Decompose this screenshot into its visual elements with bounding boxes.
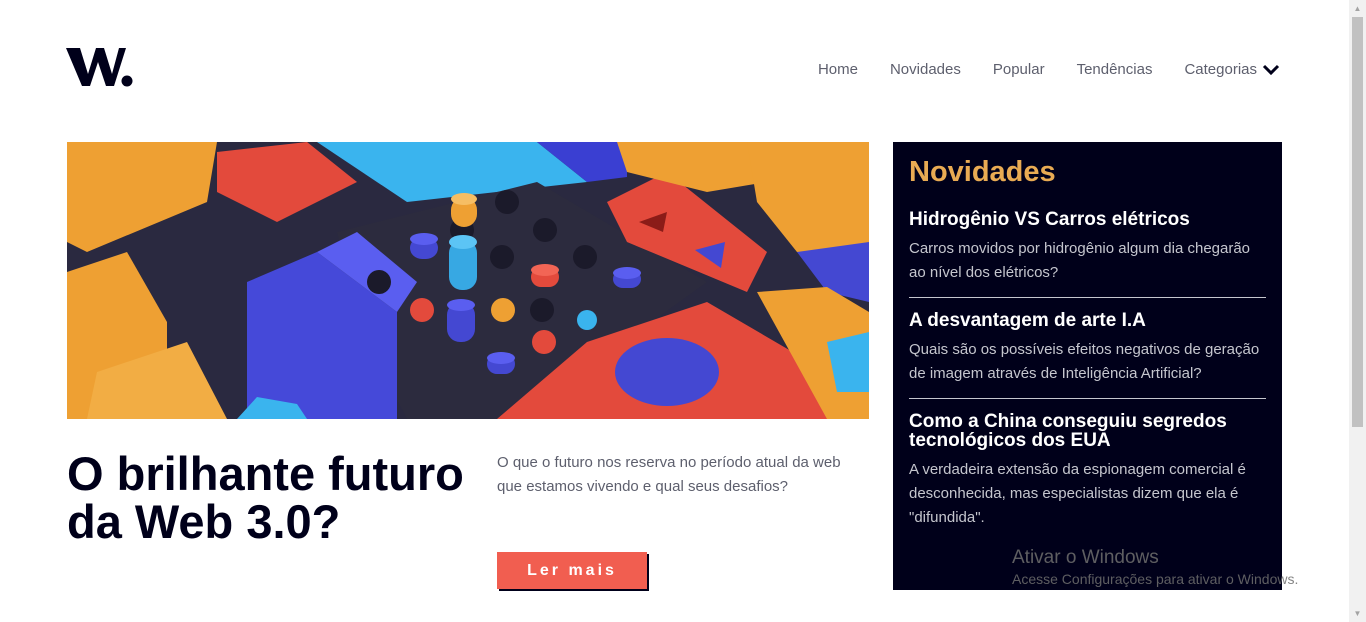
news-item-title[interactable]: Hidrogênio VS Carros elétricos — [909, 210, 1266, 229]
article-description: O que o futuro nos reserva no período at… — [497, 454, 841, 495]
read-more-button[interactable]: Ler mais — [497, 552, 647, 589]
news-item-text: Quais são os possíveis efeitos negativos… — [909, 341, 1260, 382]
nav-item-label: Categorias — [1184, 61, 1257, 78]
nav-item-label: Popular — [992, 61, 1045, 78]
site-logo[interactable] — [66, 44, 134, 90]
news-item: A desvantagem de arte I.A Quais são os p… — [909, 311, 1266, 399]
main-nav: Home Novidades Popular Tendências Catego… — [786, 61, 1280, 78]
nav-item-home[interactable]: Home — [818, 61, 858, 78]
news-item-title[interactable]: Como a China conseguiu segredos tecnológ… — [909, 412, 1266, 450]
scroll-thumb[interactable] — [1352, 17, 1363, 427]
news-item: Como a China conseguiu segredos tecnológ… — [909, 412, 1266, 542]
news-item-text: A verdadeira extensão da espionagem come… — [909, 461, 1246, 526]
nav-item-popular[interactable]: Popular — [993, 61, 1045, 78]
scroll-up-icon[interactable]: ▲ — [1349, 0, 1366, 17]
chevron-down-icon — [1262, 64, 1280, 75]
nav-item-label: Home — [817, 61, 858, 78]
nav-item-label: Novidades — [889, 61, 961, 78]
sidebar-title: Novidades — [909, 156, 1056, 188]
news-item-text: Carros movidos por hidrogênio algum dia … — [909, 240, 1251, 281]
news-item: Hidrogênio VS Carros elétricos Carros mo… — [909, 210, 1266, 298]
article-title: O brilhante futuro da Web 3.0? — [67, 447, 464, 548]
hero-image — [67, 142, 869, 419]
news-item-title[interactable]: A desvantagem de arte I.A — [909, 311, 1266, 330]
nav-item-novidades[interactable]: Novidades — [890, 61, 961, 78]
nav-item-tendencias[interactable]: Tendências — [1077, 61, 1153, 78]
news-sidebar: Novidades Hidrogênio VS Carros elétricos… — [893, 142, 1282, 590]
nav-item-categorias[interactable]: Categorias — [1184, 61, 1280, 78]
vertical-scrollbar[interactable]: ▲ ▼ — [1349, 0, 1366, 622]
scroll-down-icon[interactable]: ▼ — [1349, 605, 1366, 622]
page: Home Novidades Popular Tendências Catego… — [0, 0, 1366, 622]
nav-item-label: Tendências — [1076, 61, 1153, 78]
